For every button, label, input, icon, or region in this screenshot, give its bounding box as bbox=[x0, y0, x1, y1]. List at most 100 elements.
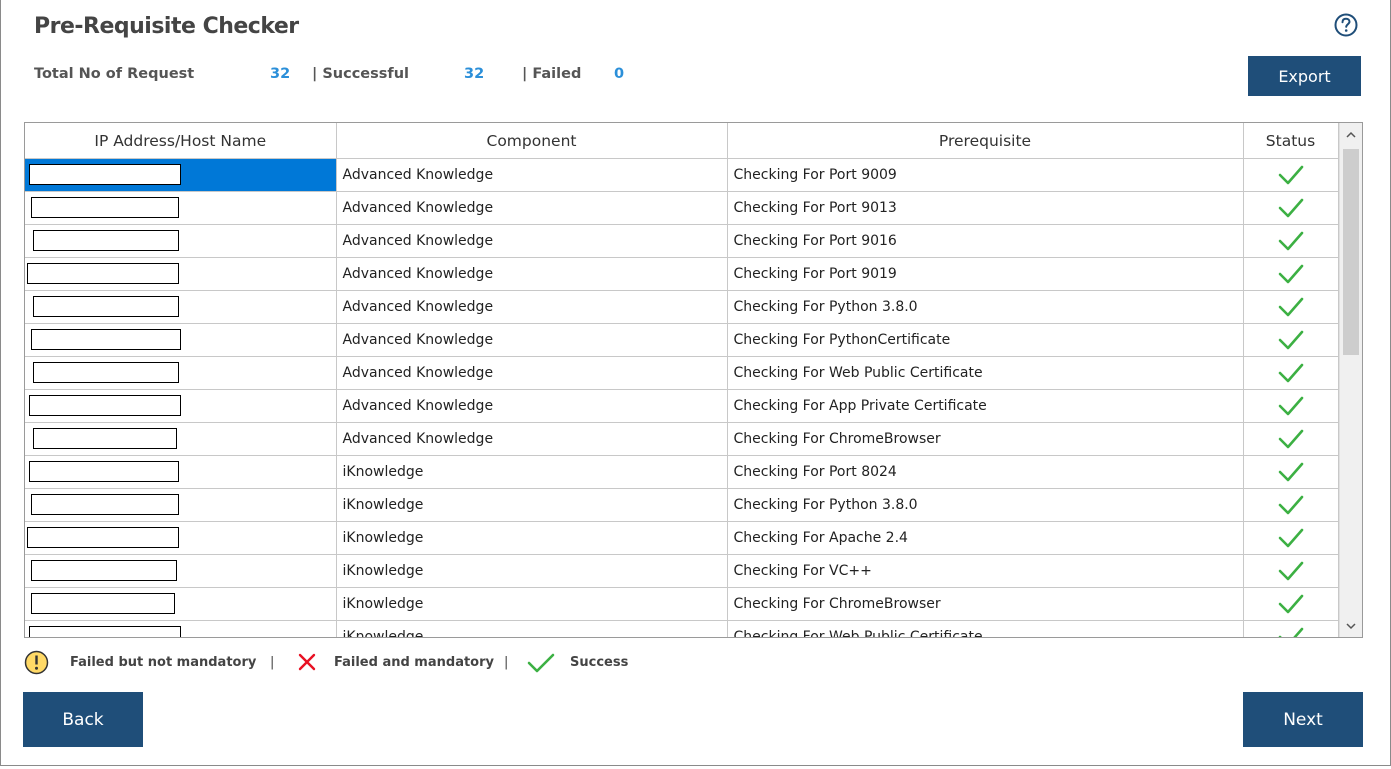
ip-hostname-cell[interactable] bbox=[25, 323, 337, 357]
component-cell[interactable]: Advanced Knowledge bbox=[336, 224, 728, 258]
component-cell[interactable]: iKnowledge bbox=[336, 554, 728, 588]
component-cell[interactable]: iKnowledge bbox=[336, 455, 728, 489]
prerequisite-cell[interactable]: Checking For Port 9013 bbox=[727, 191, 1244, 225]
status-cell[interactable] bbox=[1243, 356, 1339, 390]
prerequisite-cell[interactable]: Checking For VC++ bbox=[727, 554, 1244, 588]
status-cell[interactable] bbox=[1243, 455, 1339, 489]
ip-hostname-cell[interactable] bbox=[25, 455, 337, 489]
ip-hostname-cell[interactable] bbox=[25, 521, 337, 555]
table-row[interactable]: iKnowledge Checking For Web Public Certif… bbox=[25, 620, 1339, 637]
component-cell[interactable]: iKnowledge bbox=[336, 521, 728, 555]
table-row[interactable]: iKnowledge Checking For ChromeBrowser bbox=[25, 587, 1339, 621]
table-row[interactable]: iKnowledge Checking For Apache 2.4 bbox=[25, 521, 1339, 555]
redacted-hostname bbox=[29, 461, 179, 482]
success-check-icon bbox=[1278, 462, 1303, 482]
component-cell[interactable]: iKnowledge bbox=[336, 620, 728, 637]
status-cell[interactable] bbox=[1243, 191, 1339, 225]
ip-hostname-cell[interactable] bbox=[25, 290, 337, 324]
table-row[interactable]: Advanced Knowledge Checking For Port 9009 bbox=[25, 158, 1339, 192]
prerequisite-cell[interactable]: Checking For Apache 2.4 bbox=[727, 521, 1244, 555]
success-check-icon bbox=[1278, 429, 1303, 449]
legend-success-label: Success bbox=[570, 655, 629, 670]
table-row[interactable]: Advanced Knowledge Checking For Port 9019 bbox=[25, 257, 1339, 291]
component-cell[interactable]: Advanced Knowledge bbox=[336, 257, 728, 291]
prerequisite-cell[interactable]: Checking For ChromeBrowser bbox=[727, 422, 1244, 456]
scroll-down-arrow-icon[interactable] bbox=[1340, 615, 1362, 637]
table-row[interactable]: iKnowledge Checking For Port 8024 bbox=[25, 455, 1339, 489]
component-cell[interactable]: Advanced Knowledge bbox=[336, 290, 728, 324]
prerequisite-cell[interactable]: Checking For Python 3.8.0 bbox=[727, 290, 1244, 324]
table-row[interactable]: iKnowledge Checking For Python 3.8.0 bbox=[25, 488, 1339, 522]
prerequisite-cell[interactable]: Checking For Web Public Certificate bbox=[727, 356, 1244, 390]
table-row[interactable]: Advanced Knowledge Checking For ChromeBro… bbox=[25, 422, 1339, 456]
component-cell[interactable]: Advanced Knowledge bbox=[336, 422, 728, 456]
ip-hostname-cell[interactable] bbox=[25, 587, 337, 621]
ip-hostname-cell[interactable] bbox=[25, 158, 337, 192]
ip-hostname-cell[interactable] bbox=[25, 488, 337, 522]
ip-hostname-cell[interactable] bbox=[25, 257, 337, 291]
question-circle-icon[interactable] bbox=[1333, 12, 1359, 38]
ip-hostname-cell[interactable] bbox=[25, 389, 337, 423]
component-cell[interactable]: iKnowledge bbox=[336, 488, 728, 522]
status-cell[interactable] bbox=[1243, 422, 1339, 456]
component-cell[interactable]: Advanced Knowledge bbox=[336, 389, 728, 423]
table-row[interactable]: Advanced Knowledge Checking For PythonCer… bbox=[25, 323, 1339, 357]
component-cell[interactable]: Advanced Knowledge bbox=[336, 356, 728, 390]
table-row[interactable]: Advanced Knowledge Checking For Port 9016 bbox=[25, 224, 1339, 258]
status-cell[interactable] bbox=[1243, 620, 1339, 637]
prerequisite-cell[interactable]: Checking For Port 9016 bbox=[727, 224, 1244, 258]
status-cell[interactable] bbox=[1243, 290, 1339, 324]
prerequisite-cell[interactable]: Checking For Python 3.8.0 bbox=[727, 488, 1244, 522]
success-check-icon bbox=[1278, 594, 1303, 614]
status-cell[interactable] bbox=[1243, 158, 1339, 192]
export-button[interactable]: Export bbox=[1248, 56, 1361, 96]
success-check-icon bbox=[1278, 528, 1303, 548]
table-row[interactable]: Advanced Knowledge Checking For Port 9013 bbox=[25, 191, 1339, 225]
ip-hostname-cell[interactable] bbox=[25, 422, 337, 456]
prerequisite-cell[interactable]: Checking For Port 9009 bbox=[727, 158, 1244, 192]
prerequisite-cell[interactable]: Checking For Web Public Certificate bbox=[727, 620, 1244, 637]
ip-hostname-cell[interactable] bbox=[25, 356, 337, 390]
column-header-status[interactable]: Status bbox=[1243, 123, 1339, 159]
scrollbar-thumb[interactable] bbox=[1343, 149, 1359, 355]
table-row[interactable]: iKnowledge Checking For VC++ bbox=[25, 554, 1339, 588]
status-cell[interactable] bbox=[1243, 224, 1339, 258]
prerequisite-cell[interactable]: Checking For ChromeBrowser bbox=[727, 587, 1244, 621]
component-cell[interactable]: iKnowledge bbox=[336, 587, 728, 621]
prerequisite-cell[interactable]: Checking For Port 8024 bbox=[727, 455, 1244, 489]
column-header-prerequisite[interactable]: Prerequisite bbox=[727, 123, 1244, 159]
back-button[interactable]: Back bbox=[23, 692, 143, 747]
table-row[interactable]: Advanced Knowledge Checking For Python 3.… bbox=[25, 290, 1339, 324]
ip-hostname-cell[interactable] bbox=[25, 191, 337, 225]
ip-hostname-cell[interactable] bbox=[25, 620, 337, 637]
successful-label: | Successful bbox=[312, 66, 409, 82]
next-button[interactable]: Next bbox=[1243, 692, 1363, 747]
status-cell[interactable] bbox=[1243, 587, 1339, 621]
prerequisite-cell[interactable]: Checking For App Private Certificate bbox=[727, 389, 1244, 423]
table-row[interactable]: Advanced Knowledge Checking For Web Publi… bbox=[25, 356, 1339, 390]
total-requests-label: Total No of Request bbox=[34, 66, 195, 82]
ip-hostname-cell[interactable] bbox=[25, 224, 337, 258]
component-cell[interactable]: Advanced Knowledge bbox=[336, 191, 728, 225]
redacted-hostname bbox=[31, 494, 179, 515]
prerequisite-cell[interactable]: Checking For PythonCertificate bbox=[727, 323, 1244, 357]
success-check-icon bbox=[1278, 396, 1303, 416]
status-cell[interactable] bbox=[1243, 488, 1339, 522]
table-header-row: IP Address/Host Name Component Prerequis… bbox=[25, 123, 1339, 159]
ip-hostname-cell[interactable] bbox=[25, 554, 337, 588]
scroll-up-arrow-icon[interactable] bbox=[1340, 123, 1362, 145]
status-cell[interactable] bbox=[1243, 521, 1339, 555]
results-table: IP Address/Host Name Component Prerequis… bbox=[25, 123, 1339, 637]
column-header-ip[interactable]: IP Address/Host Name bbox=[25, 123, 337, 159]
column-header-component[interactable]: Component bbox=[336, 123, 728, 159]
status-cell[interactable] bbox=[1243, 257, 1339, 291]
component-cell[interactable]: Advanced Knowledge bbox=[336, 158, 728, 192]
component-cell[interactable]: Advanced Knowledge bbox=[336, 323, 728, 357]
redacted-hostname bbox=[27, 263, 179, 284]
status-cell[interactable] bbox=[1243, 554, 1339, 588]
prerequisite-cell[interactable]: Checking For Port 9019 bbox=[727, 257, 1244, 291]
vertical-scrollbar[interactable] bbox=[1339, 123, 1362, 637]
status-cell[interactable] bbox=[1243, 323, 1339, 357]
table-row[interactable]: Advanced Knowledge Checking For App Priva… bbox=[25, 389, 1339, 423]
status-cell[interactable] bbox=[1243, 389, 1339, 423]
